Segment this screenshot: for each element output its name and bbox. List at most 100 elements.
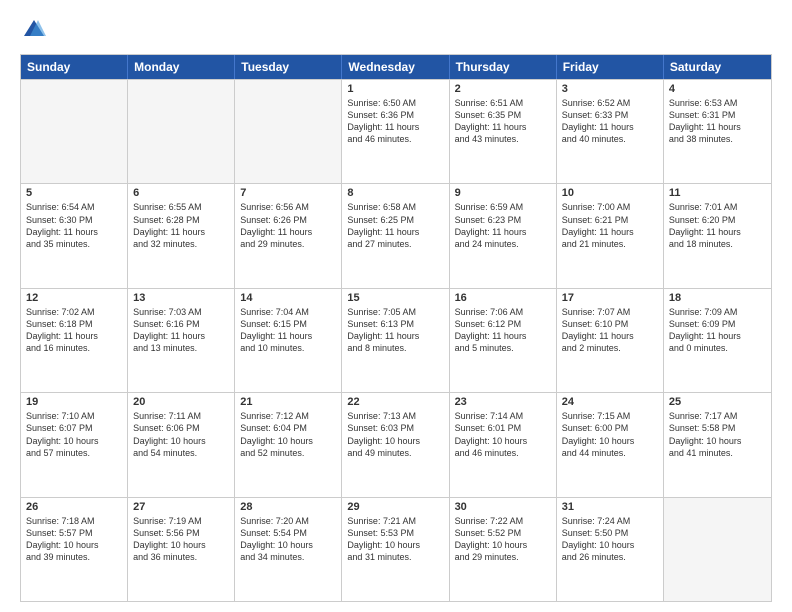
cell-text: Sunrise: 7:04 AMSunset: 6:15 PMDaylight:…	[240, 306, 336, 355]
cell-text: Sunrise: 7:06 AMSunset: 6:12 PMDaylight:…	[455, 306, 551, 355]
day-number: 8	[347, 187, 443, 199]
day-number: 5	[26, 187, 122, 199]
calendar-cell: 1Sunrise: 6:50 AMSunset: 6:36 PMDaylight…	[342, 80, 449, 183]
cell-text: Sunrise: 7:07 AMSunset: 6:10 PMDaylight:…	[562, 306, 658, 355]
day-number: 3	[562, 83, 658, 95]
cell-text: Sunrise: 6:51 AMSunset: 6:35 PMDaylight:…	[455, 97, 551, 146]
cell-text: Sunrise: 7:09 AMSunset: 6:09 PMDaylight:…	[669, 306, 766, 355]
calendar-cell	[21, 80, 128, 183]
day-number: 10	[562, 187, 658, 199]
calendar-cell: 10Sunrise: 7:00 AMSunset: 6:21 PMDayligh…	[557, 184, 664, 287]
calendar-cell: 29 Sunrise: 7:21 AMSunset: 5:53 PMDayligh…	[342, 498, 449, 601]
day-number: 29	[347, 501, 443, 513]
day-number: 6	[133, 187, 229, 199]
calendar-row-2: 12 Sunrise: 7:02 AMSunset: 6:18 PMDayligh…	[21, 288, 771, 392]
cell-text: Sunrise: 7:20 AMSunset: 5:54 PMDaylight:…	[240, 515, 336, 564]
cell-text: Sunrise: 7:21 AMSunset: 5:53 PMDaylight:…	[347, 515, 443, 564]
cell-text: Sunrise: 7:19 AMSunset: 5:56 PMDaylight:…	[133, 515, 229, 564]
calendar-cell: 9Sunrise: 6:59 AMSunset: 6:23 PMDaylight…	[450, 184, 557, 287]
cell-text: Sunrise: 6:56 AMSunset: 6:26 PMDaylight:…	[240, 201, 336, 250]
calendar-cell	[235, 80, 342, 183]
day-number: 19	[26, 396, 122, 408]
header-day-monday: Monday	[128, 55, 235, 79]
calendar-header: SundayMondayTuesdayWednesdayThursdayFrid…	[21, 55, 771, 79]
day-number: 28	[240, 501, 336, 513]
day-number: 31	[562, 501, 658, 513]
calendar-cell: 18 Sunrise: 7:09 AMSunset: 6:09 PMDayligh…	[664, 289, 771, 392]
header-day-wednesday: Wednesday	[342, 55, 449, 79]
cell-text: Sunrise: 7:14 AMSunset: 6:01 PMDaylight:…	[455, 410, 551, 459]
day-number: 14	[240, 292, 336, 304]
calendar-cell: 11Sunrise: 7:01 AMSunset: 6:20 PMDayligh…	[664, 184, 771, 287]
cell-text: Sunrise: 6:54 AMSunset: 6:30 PMDaylight:…	[26, 201, 122, 250]
cell-text: Sunrise: 7:10 AMSunset: 6:07 PMDaylight:…	[26, 410, 122, 459]
calendar-cell: 12 Sunrise: 7:02 AMSunset: 6:18 PMDayligh…	[21, 289, 128, 392]
day-number: 24	[562, 396, 658, 408]
calendar-row-0: 1Sunrise: 6:50 AMSunset: 6:36 PMDaylight…	[21, 79, 771, 183]
day-number: 12	[26, 292, 122, 304]
cell-text: Sunrise: 7:18 AMSunset: 5:57 PMDaylight:…	[26, 515, 122, 564]
calendar: SundayMondayTuesdayWednesdayThursdayFrid…	[20, 54, 772, 602]
day-number: 15	[347, 292, 443, 304]
cell-text: Sunrise: 7:01 AMSunset: 6:20 PMDaylight:…	[669, 201, 766, 250]
cell-text: Sunrise: 6:53 AMSunset: 6:31 PMDaylight:…	[669, 97, 766, 146]
day-number: 16	[455, 292, 551, 304]
day-number: 17	[562, 292, 658, 304]
cell-text: Sunrise: 7:15 AMSunset: 6:00 PMDaylight:…	[562, 410, 658, 459]
calendar-cell: 15 Sunrise: 7:05 AMSunset: 6:13 PMDayligh…	[342, 289, 449, 392]
day-number: 26	[26, 501, 122, 513]
calendar-cell: 7 Sunrise: 6:56 AMSunset: 6:26 PMDaylight…	[235, 184, 342, 287]
header-day-friday: Friday	[557, 55, 664, 79]
cell-text: Sunrise: 7:05 AMSunset: 6:13 PMDaylight:…	[347, 306, 443, 355]
header-day-tuesday: Tuesday	[235, 55, 342, 79]
day-number: 1	[347, 83, 443, 95]
calendar-cell: 20 Sunrise: 7:11 AMSunset: 6:06 PMDayligh…	[128, 393, 235, 496]
page: SundayMondayTuesdayWednesdayThursdayFrid…	[0, 0, 792, 612]
day-number: 22	[347, 396, 443, 408]
day-number: 30	[455, 501, 551, 513]
calendar-cell: 31 Sunrise: 7:24 AMSunset: 5:50 PMDayligh…	[557, 498, 664, 601]
calendar-cell: 17 Sunrise: 7:07 AMSunset: 6:10 PMDayligh…	[557, 289, 664, 392]
calendar-cell: 4 Sunrise: 6:53 AMSunset: 6:31 PMDaylight…	[664, 80, 771, 183]
logo-icon	[20, 16, 48, 44]
header-day-saturday: Saturday	[664, 55, 771, 79]
calendar-cell: 5 Sunrise: 6:54 AMSunset: 6:30 PMDaylight…	[21, 184, 128, 287]
cell-text: Sunrise: 6:59 AMSunset: 6:23 PMDaylight:…	[455, 201, 551, 250]
cell-text: Sunrise: 7:12 AMSunset: 6:04 PMDaylight:…	[240, 410, 336, 459]
calendar-cell	[128, 80, 235, 183]
calendar-row-1: 5 Sunrise: 6:54 AMSunset: 6:30 PMDaylight…	[21, 183, 771, 287]
day-number: 4	[669, 83, 766, 95]
calendar-cell: 26 Sunrise: 7:18 AMSunset: 5:57 PMDayligh…	[21, 498, 128, 601]
day-number: 25	[669, 396, 766, 408]
cell-text: Sunrise: 7:11 AMSunset: 6:06 PMDaylight:…	[133, 410, 229, 459]
calendar-cell: 23Sunrise: 7:14 AMSunset: 6:01 PMDayligh…	[450, 393, 557, 496]
cell-text: Sunrise: 7:03 AMSunset: 6:16 PMDaylight:…	[133, 306, 229, 355]
day-number: 20	[133, 396, 229, 408]
logo	[20, 16, 52, 44]
cell-text: Sunrise: 7:13 AMSunset: 6:03 PMDaylight:…	[347, 410, 443, 459]
calendar-row-4: 26 Sunrise: 7:18 AMSunset: 5:57 PMDayligh…	[21, 497, 771, 601]
calendar-cell: 24 Sunrise: 7:15 AMSunset: 6:00 PMDayligh…	[557, 393, 664, 496]
calendar-cell: 6Sunrise: 6:55 AMSunset: 6:28 PMDaylight…	[128, 184, 235, 287]
day-number: 7	[240, 187, 336, 199]
cell-text: Sunrise: 6:58 AMSunset: 6:25 PMDaylight:…	[347, 201, 443, 250]
header-day-sunday: Sunday	[21, 55, 128, 79]
day-number: 18	[669, 292, 766, 304]
calendar-cell: 16 Sunrise: 7:06 AMSunset: 6:12 PMDayligh…	[450, 289, 557, 392]
header-day-thursday: Thursday	[450, 55, 557, 79]
cell-text: Sunrise: 7:24 AMSunset: 5:50 PMDaylight:…	[562, 515, 658, 564]
calendar-cell: 8 Sunrise: 6:58 AMSunset: 6:25 PMDaylight…	[342, 184, 449, 287]
calendar-cell: 3 Sunrise: 6:52 AMSunset: 6:33 PMDaylight…	[557, 80, 664, 183]
day-number: 21	[240, 396, 336, 408]
calendar-cell: 19 Sunrise: 7:10 AMSunset: 6:07 PMDayligh…	[21, 393, 128, 496]
cell-text: Sunrise: 7:02 AMSunset: 6:18 PMDaylight:…	[26, 306, 122, 355]
day-number: 13	[133, 292, 229, 304]
calendar-cell: 30 Sunrise: 7:22 AMSunset: 5:52 PMDayligh…	[450, 498, 557, 601]
calendar-body: 1Sunrise: 6:50 AMSunset: 6:36 PMDaylight…	[21, 79, 771, 601]
day-number: 27	[133, 501, 229, 513]
cell-text: Sunrise: 6:52 AMSunset: 6:33 PMDaylight:…	[562, 97, 658, 146]
cell-text: Sunrise: 7:22 AMSunset: 5:52 PMDaylight:…	[455, 515, 551, 564]
cell-text: Sunrise: 7:17 AMSunset: 5:58 PMDaylight:…	[669, 410, 766, 459]
header	[20, 16, 772, 44]
day-number: 2	[455, 83, 551, 95]
